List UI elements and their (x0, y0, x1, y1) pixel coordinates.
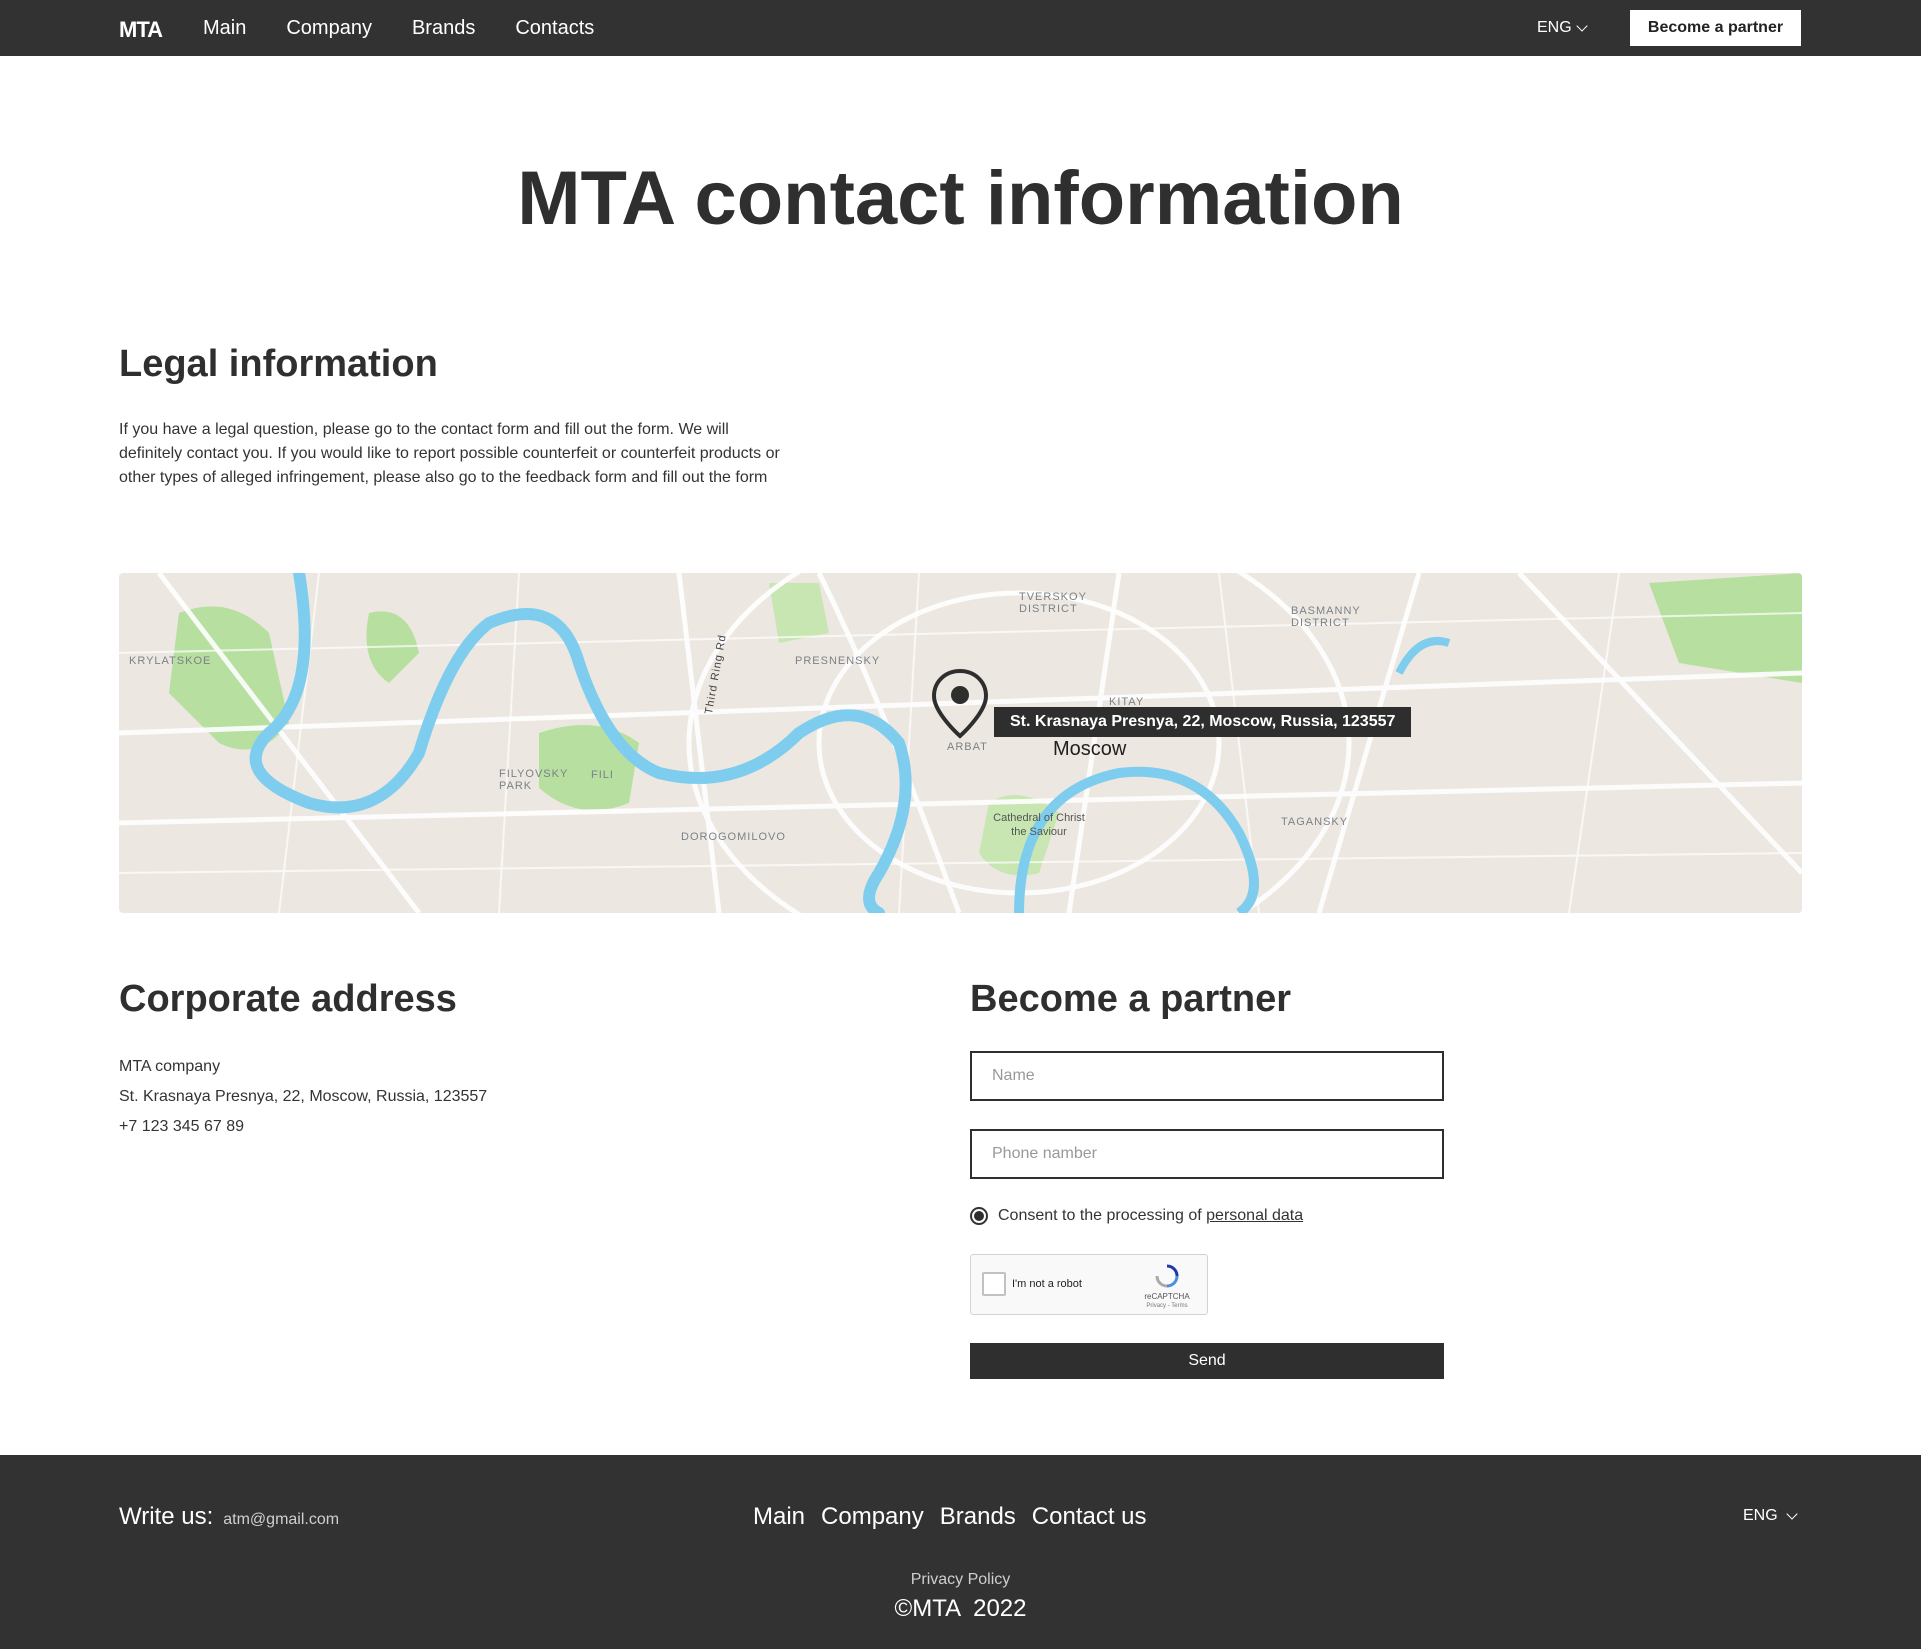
map-district-label: ARBAT (947, 741, 988, 753)
map-district-label: KRYLATSKOE (129, 655, 212, 667)
nav-company[interactable]: Company (286, 17, 372, 40)
partner-form-title: Become a partner (970, 978, 1292, 1020)
footer: Write us: atm@gmail.com Main Company Bra… (0, 1455, 1921, 1649)
personal-data-link[interactable]: personal data (1206, 1207, 1303, 1224)
name-input[interactable] (970, 1051, 1444, 1101)
consent-text: Consent to the processing of (998, 1207, 1202, 1224)
map-district-label: FILI (591, 769, 614, 781)
footer-nav-brands[interactable]: Brands (940, 1503, 1016, 1531)
recaptcha-brand: reCAPTCHA (1144, 1292, 1190, 1301)
map-district-label: TVERSKOY DISTRICT (1019, 591, 1087, 615)
nav-contacts[interactable]: Contacts (515, 17, 594, 40)
main-nav: Main Company Brands Contacts (203, 17, 594, 40)
language-label: ENG (1537, 19, 1572, 36)
corporate-address-block: MTA company St. Krasnaya Presnya, 22, Mo… (119, 1052, 487, 1142)
company-address: St. Krasnaya Presnya, 22, Moscow, Russia… (119, 1088, 488, 1105)
write-us-label: Write us: (119, 1503, 214, 1530)
map-address-tooltip: St. Krasnaya Presnya, 22, Moscow, Russia… (994, 707, 1412, 737)
send-button[interactable]: Send (970, 1343, 1444, 1379)
footer-nav-main[interactable]: Main (753, 1503, 805, 1531)
recaptcha-label: I'm not a robot (1012, 1278, 1082, 1290)
page-title: MTA contact information (517, 156, 1404, 241)
radio-selected-icon[interactable] (970, 1207, 988, 1225)
map-landmark-label: Cathedral of Christ the Saviour (993, 812, 1085, 838)
legal-section-title: Legal information (119, 343, 438, 385)
recaptcha-terms[interactable]: Privacy - Terms (1137, 1303, 1197, 1309)
recaptcha-checkbox[interactable] (982, 1272, 1006, 1296)
company-phone[interactable]: +7 123 345 67 89 (119, 1112, 487, 1142)
contact-email-link[interactable]: atm@gmail.com (223, 1511, 339, 1529)
footer-nav: Main Company Brands Contact us (753, 1503, 1147, 1531)
privacy-policy-link[interactable]: Privacy Policy (0, 1571, 1921, 1589)
nav-brands[interactable]: Brands (412, 17, 475, 40)
footer-nav-company[interactable]: Company (821, 1503, 924, 1531)
map-district-label: DOROGOMILOVO (681, 831, 786, 843)
corporate-address-title: Corporate address (119, 978, 457, 1020)
copyright: ©MTA 2022 (894, 1595, 1027, 1622)
footer-language-label: ENG (1743, 1507, 1778, 1524)
consent-radio[interactable]: Consent to the processing of personal da… (970, 1207, 1303, 1225)
become-partner-button[interactable]: Become a partner (1630, 10, 1801, 46)
location-map[interactable]: PRESNENSKY ARBAT FILYOVSKY PARK FILI DOR… (119, 573, 1802, 913)
map-district-label: BASMANNY DISTRICT (1291, 605, 1361, 629)
map-district-label: TAGANSKY (1281, 816, 1349, 828)
phone-input[interactable] (970, 1129, 1444, 1179)
logo[interactable]: MTA (119, 17, 163, 43)
footer-language-selector[interactable]: ENG (1743, 1507, 1798, 1525)
map-city-label: Moscow (1053, 738, 1127, 760)
map-district-label: PRESNENSKY (795, 655, 881, 667)
top-navbar: MTA Main Company Brands Contacts ENG Bec… (0, 0, 1921, 56)
nav-main[interactable]: Main (203, 17, 246, 40)
footer-nav-contact-us[interactable]: Contact us (1032, 1503, 1147, 1531)
map-district-label: FILYOVSKY PARK (499, 768, 569, 792)
recaptcha-logo-icon (1155, 1264, 1179, 1288)
company-name: MTA company (119, 1058, 221, 1075)
recaptcha-widget: I'm not a robot reCAPTCHA Privacy - Term… (970, 1254, 1208, 1315)
language-selector[interactable]: ENG (1537, 19, 1588, 37)
chevron-down-icon (1576, 20, 1588, 32)
legal-description: If you have a legal question, please go … (119, 421, 780, 486)
chevron-down-icon (1786, 1508, 1798, 1520)
write-us-block: Write us: atm@gmail.com (119, 1503, 339, 1531)
